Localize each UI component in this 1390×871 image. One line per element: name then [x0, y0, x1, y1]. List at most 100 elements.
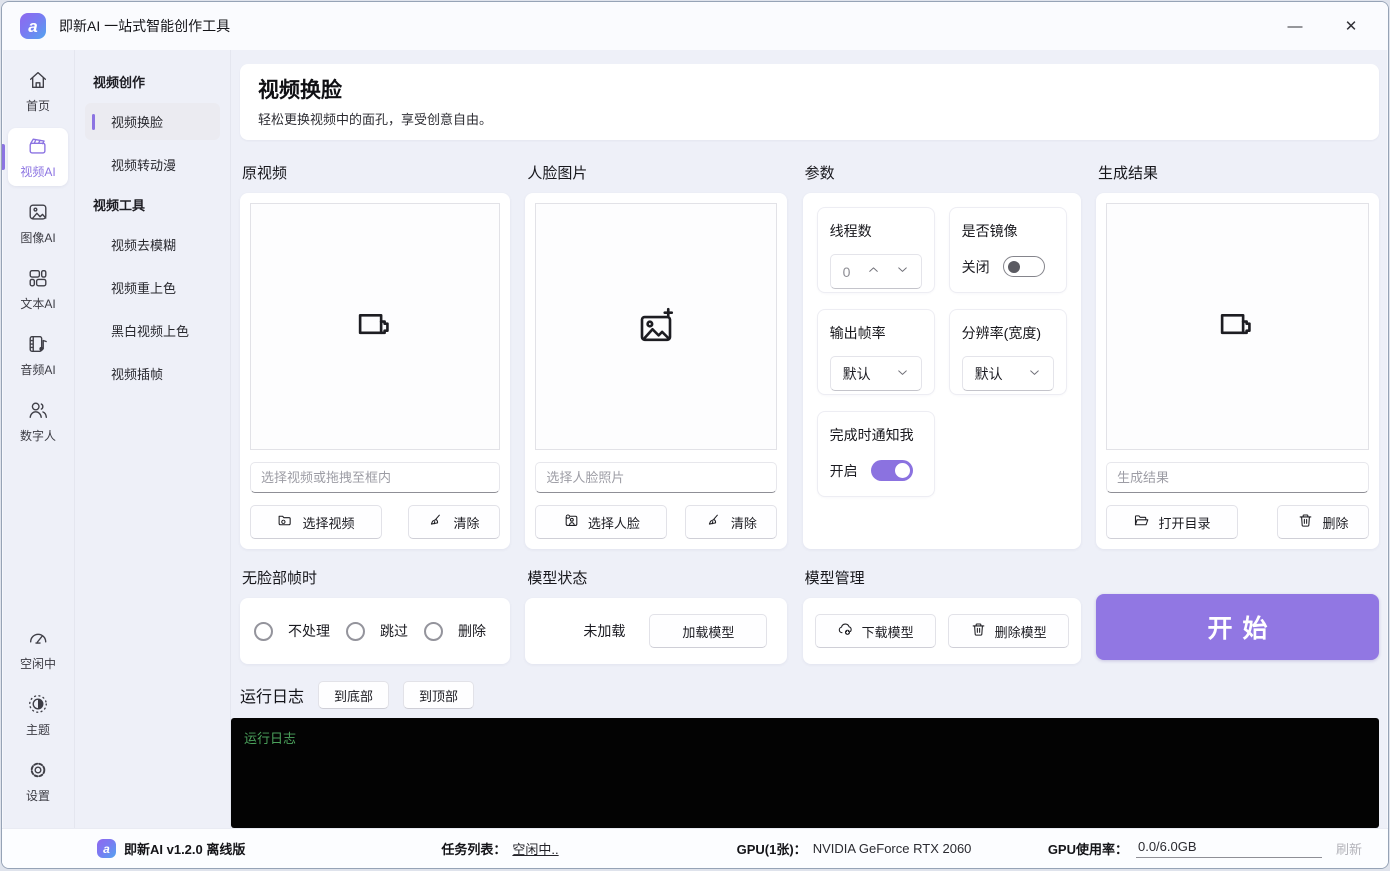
thread-count-value: 0 [843, 264, 851, 280]
notify-toggle[interactable] [871, 460, 913, 481]
source-video-title: 原视频 [240, 154, 510, 193]
radio-delete[interactable] [424, 622, 443, 641]
task-list-link[interactable]: 空闲中.. [512, 839, 558, 858]
sidebar-item-label: 首页 [26, 97, 50, 114]
sidebar-item-label: 视频AI [20, 163, 55, 180]
chevron-down-icon[interactable] [896, 263, 909, 281]
clear-face-button[interactable]: 清除 [685, 505, 777, 539]
close-button[interactable]: ✕ [1338, 17, 1364, 35]
submenu-item-deblur[interactable]: 视频去模糊 [85, 226, 220, 263]
start-panel: 开始 [1096, 559, 1379, 664]
gpu-label: GPU(1张)： [737, 839, 807, 858]
select-video-label: 选择视频 [302, 513, 354, 532]
chevron-up-icon[interactable] [867, 263, 880, 281]
app-logo-icon: a [97, 839, 116, 858]
result-path-input[interactable] [1106, 462, 1369, 493]
page-header: 视频换脸 轻松更换视频中的面孔，享受创意自由。 [240, 64, 1379, 140]
no-face-title: 无脸部帧时 [240, 559, 510, 598]
version-text: 即新AI v1.2.0 离线版 [124, 839, 245, 858]
task-list-label: 任务列表： [441, 839, 506, 858]
gpu-usage-value: 0.0/6.0GB [1136, 839, 1322, 858]
gpu-name: NVIDIA GeForce RTX 2060 [813, 841, 972, 856]
fps-select[interactable]: 默认 [830, 356, 922, 391]
source-video-dropzone[interactable] [250, 203, 500, 450]
model-status-text: 未加载 [583, 621, 625, 641]
submenu-item-video-to-anime[interactable]: 视频转动漫 [85, 146, 220, 183]
parameters-title: 参数 [803, 154, 1081, 193]
delete-model-label: 删除模型 [995, 622, 1047, 641]
audio-icon [27, 333, 49, 358]
home-icon [27, 69, 49, 94]
submenu-item-bw-colorize[interactable]: 黑白视频上色 [85, 312, 220, 349]
source-video-path-input[interactable] [250, 462, 500, 493]
sidebar-item-label: 主题 [26, 721, 50, 738]
thread-count-stepper[interactable]: 0 [830, 254, 922, 289]
radio-no-process[interactable] [254, 622, 273, 641]
log-console[interactable]: 运行日志 [231, 718, 1379, 828]
clear-video-button[interactable]: 清除 [408, 505, 500, 539]
delete-result-button[interactable]: 删除 [1277, 505, 1369, 539]
window-controls: — ✕ [1282, 17, 1370, 35]
minimize-button[interactable]: — [1282, 18, 1308, 35]
sidebar-item-video-ai[interactable]: 视频AI [8, 128, 68, 186]
thread-count-box: 线程数 0 [817, 207, 935, 293]
parameters-panel: 参数 线程数 0 是否镜像 [803, 154, 1081, 549]
select-video-button[interactable]: 选择视频 [250, 505, 382, 539]
download-model-button[interactable]: 下载模型 [815, 614, 936, 648]
sidebar-item-idle-status[interactable]: 空闲中 [8, 620, 68, 678]
mirror-toggle[interactable] [1003, 256, 1045, 277]
folder-icon [1133, 512, 1150, 532]
load-model-button[interactable]: 加载模型 [649, 614, 767, 648]
open-directory-button[interactable]: 打开目录 [1106, 505, 1238, 539]
model-status-title: 模型状态 [525, 559, 787, 598]
chevron-down-icon [896, 366, 909, 382]
scroll-to-top-button[interactable]: 到顶部 [403, 681, 474, 709]
resolution-select[interactable]: 默认 [962, 356, 1054, 391]
mirror-label: 是否镜像 [962, 221, 1054, 241]
submenu-section-video-tools: 视频工具 [83, 189, 222, 226]
main-content: 视频换脸 轻松更换视频中的面孔，享受创意自由。 原视频 [231, 50, 1388, 828]
radio-label-no-process: 不处理 [288, 621, 330, 641]
sidebar-item-label: 图像AI [20, 229, 55, 246]
fps-label: 输出帧率 [830, 323, 922, 343]
submenu-item-recolor[interactable]: 视频重上色 [85, 269, 220, 306]
submenu-item-frame-interpolation[interactable]: 视频插帧 [85, 355, 220, 392]
resolution-label: 分辨率(宽度) [962, 323, 1054, 343]
notify-state-label: 开启 [830, 461, 858, 481]
sidebar-item-theme[interactable]: 主题 [8, 686, 68, 744]
text-icon [27, 267, 49, 292]
statusbar-brand: a 即新AI v1.2.0 离线版 [97, 839, 245, 858]
delete-model-button[interactable]: 删除模型 [948, 614, 1069, 648]
fps-box: 输出帧率 默认 [817, 309, 935, 395]
start-button[interactable]: 开始 [1096, 594, 1379, 660]
toggle-knob [1008, 261, 1020, 273]
gauge-icon [27, 627, 49, 652]
face-image-path-input[interactable] [535, 462, 777, 493]
sidebar-item-label: 音频AI [20, 361, 55, 378]
refresh-link[interactable]: 刷新 [1336, 839, 1362, 858]
sidebar-item-home[interactable]: 首页 [8, 62, 68, 120]
sidebar-item-digital-human[interactable]: 数字人 [8, 392, 68, 450]
face-image-dropzone[interactable] [535, 203, 777, 450]
resolution-box: 分辨率(宽度) 默认 [949, 309, 1067, 395]
delete-result-label: 删除 [1322, 513, 1348, 532]
page-title: 视频换脸 [258, 74, 1361, 104]
sidebar-item-text-ai[interactable]: 文本AI [8, 260, 68, 318]
log-toolbar: 运行日志 到底部 到顶部 [240, 681, 1379, 709]
sidebar-item-settings[interactable]: 设置 [8, 752, 68, 810]
cloud-download-icon [837, 621, 854, 641]
start-spacer [1096, 559, 1379, 594]
trash-icon [970, 621, 987, 641]
sidebar-item-label: 设置 [26, 787, 50, 804]
sidebar-item-label: 数字人 [20, 427, 56, 444]
scroll-to-bottom-button[interactable]: 到底部 [318, 681, 389, 709]
select-face-button[interactable]: 选择人脸 [535, 505, 667, 539]
submenu-section-video-create: 视频创作 [83, 66, 222, 103]
radio-skip[interactable] [346, 622, 365, 641]
submenu-item-face-swap[interactable]: 视频换脸 [85, 103, 220, 140]
sidebar-item-image-ai[interactable]: 图像AI [8, 194, 68, 252]
result-preview[interactable] [1106, 203, 1369, 450]
log-title: 运行日志 [240, 683, 304, 707]
radio-label-delete: 删除 [458, 621, 486, 641]
sidebar-item-audio-ai[interactable]: 音频AI [8, 326, 68, 384]
